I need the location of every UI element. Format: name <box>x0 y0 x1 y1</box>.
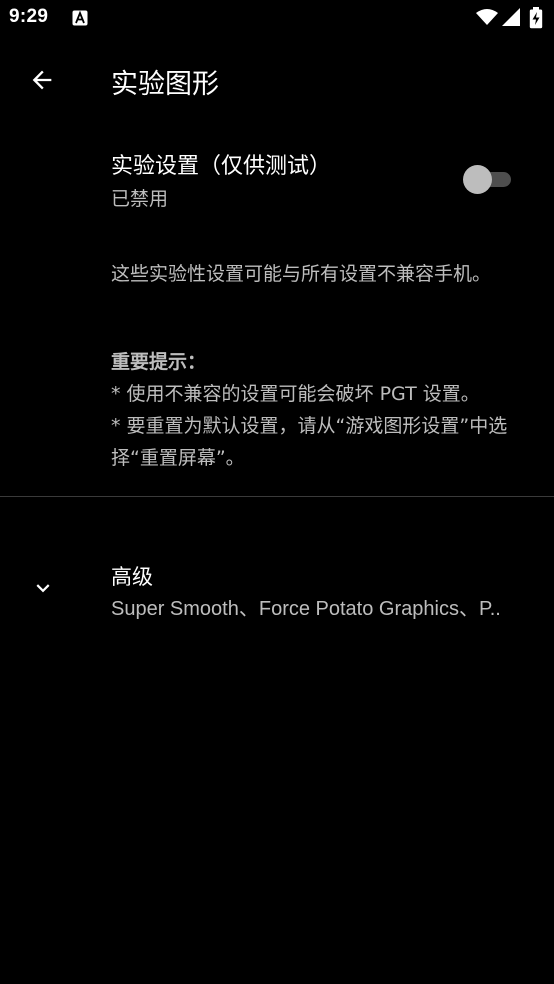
notice-line: * 要重置为默认设置，请从“游戏图形设置”中选择“重置屏幕”。 <box>111 415 508 469</box>
notice-line: * 使用不兼容的设置可能会破坏 PGT 设置。 <box>111 383 480 405</box>
advanced-summary: Super Smooth、Force Potato Graphics、P.. <box>111 598 501 620</box>
signal-icon <box>502 8 520 30</box>
divider <box>0 496 554 497</box>
page-title: 实验图形 <box>111 69 219 100</box>
advanced-section-row[interactable]: 高级 Super Smooth、Force Potato Graphics、P.… <box>0 545 554 635</box>
chevron-down-icon <box>26 571 60 605</box>
important-notice: 重要提示： * 使用不兼容的设置可能会破坏 PGT 设置。 * 要重置为默认设置… <box>111 346 541 474</box>
experimental-settings-toggle-row[interactable]: 实验设置（仅供测试） 已禁用 <box>0 134 554 222</box>
status-bar: 9:29 <box>0 0 554 38</box>
a-notification-icon <box>72 10 88 26</box>
notice-heading: 重要提示： <box>111 351 207 373</box>
back-button[interactable] <box>18 56 66 104</box>
description-text: 这些实验性设置可能与所有设置不兼容手机。 <box>111 263 492 285</box>
arrow-back-icon <box>32 70 52 90</box>
status-time: 9:29 <box>9 6 49 27</box>
app-bar: 实验图形 <box>0 38 554 122</box>
experimental-settings-summary: 已禁用 <box>111 188 169 210</box>
wifi-icon <box>476 8 498 30</box>
battery-charging-icon <box>529 7 543 33</box>
experimental-settings-switch[interactable] <box>463 165 513 194</box>
switch-thumb <box>463 165 492 194</box>
advanced-title: 高级 <box>111 565 153 589</box>
experimental-settings-title: 实验设置（仅供测试） <box>111 154 332 179</box>
